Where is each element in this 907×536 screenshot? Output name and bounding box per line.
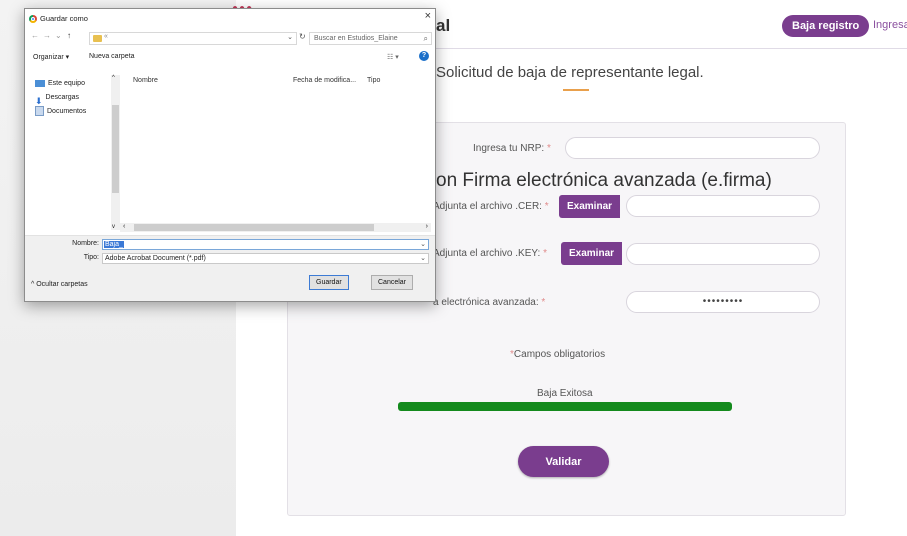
progress-bar (398, 402, 732, 411)
key-label: Adjunta el archivo .KEY: * (433, 248, 547, 259)
ingresa-link[interactable]: Ingresa (873, 19, 907, 31)
search-input[interactable]: Buscar en Estudios_Elaine ⌕ (309, 32, 432, 45)
cer-examinar-button[interactable]: Examinar (559, 195, 621, 218)
filetype-select[interactable]: Adobe Acrobat Document (*.pdf) ⌄ (102, 253, 429, 264)
nrp-label: Ingresa tu NRP: * (473, 143, 551, 154)
cer-label: Adjunta el archivo .CER: * (433, 201, 549, 212)
dialog-form-area: Nombre: Baja_ ⌄ Tipo: Adobe Acrobat Docu… (25, 235, 435, 270)
file-list-header: Nombre Fecha de modifica... Tipo (133, 77, 433, 89)
horizontal-scrollbar[interactable]: ‹ › (120, 223, 431, 232)
back-arrow-icon[interactable]: ← (31, 31, 39, 40)
key-examinar-button[interactable]: Examinar (561, 242, 623, 265)
filename-dropdown-icon[interactable]: ⌄ (420, 240, 426, 249)
key-file-input[interactable] (626, 243, 820, 265)
close-icon[interactable]: × (425, 10, 431, 22)
dialog-toolbar: Organizar ▾ Nueva carpeta ☷ ▾ ? (29, 51, 431, 65)
subtitle-underline (563, 89, 589, 91)
new-folder-button[interactable]: Nueva carpeta (89, 53, 135, 60)
page-subtitle: Solicitud de baja de representante legal… (436, 64, 704, 81)
refresh-icon[interactable]: ↻ (299, 32, 306, 41)
computer-icon (35, 79, 45, 87)
dialog-title-bar: Guardar como (29, 12, 88, 26)
progress-label: Baja Exitosa (537, 388, 593, 399)
hide-folders-toggle[interactable]: ^ Ocultar carpetas (31, 281, 88, 288)
folder-icon (93, 35, 102, 42)
help-icon[interactable]: ? (419, 51, 429, 61)
up-arrow-icon[interactable]: ↑ (67, 31, 71, 40)
chrome-icon (29, 15, 37, 24)
dialog-nav-row: ← → ⌄ ↑ « ⌄ ↻ Buscar en Estudios_Elaine … (29, 31, 432, 47)
nrp-input[interactable] (565, 137, 820, 159)
efirma-heading: on Firma electrónica avanzada (e.firma) (436, 170, 772, 191)
scrollbar-thumb[interactable] (112, 105, 119, 193)
forward-arrow-icon[interactable]: → (43, 31, 51, 40)
password-label: a electrónica avanzada: * (433, 297, 546, 308)
dialog-footer: ^ Ocultar carpetas Guardar Cancelar (25, 269, 435, 301)
sidebar-scrollbar[interactable]: ^ v (111, 75, 120, 230)
hscroll-thumb[interactable] (134, 224, 374, 231)
validar-button[interactable]: Validar (518, 446, 609, 477)
sidebar-item-este-equipo[interactable]: Este equipo (35, 77, 115, 91)
required-fields-note: *Campos obligatorios (510, 349, 606, 360)
recent-dropdown-icon[interactable]: ⌄ (55, 31, 62, 40)
save-button[interactable]: Guardar (309, 275, 349, 290)
sidebar-item-descargas[interactable]: ⬇ Descargas (35, 91, 115, 106)
cancel-button[interactable]: Cancelar (371, 275, 414, 290)
view-options-icon[interactable]: ☷ ▾ (387, 53, 399, 61)
filetype-dropdown-icon[interactable]: ⌄ (420, 254, 426, 263)
baja-registro-button[interactable]: Baja registro (782, 15, 870, 37)
dialog-sidebar: Este equipo ⬇ Descargas Documentos (35, 77, 115, 119)
organize-menu[interactable]: Organizar ▾ (33, 53, 69, 61)
document-icon (35, 106, 44, 117)
column-fecha[interactable]: Fecha de modifica... (293, 77, 356, 84)
filename-input[interactable]: Baja_ ⌄ (102, 239, 429, 250)
column-tipo[interactable]: Tipo (367, 77, 380, 84)
path-breadcrumb[interactable]: « ⌄ (89, 32, 297, 45)
sidebar-item-documentos[interactable]: Documentos (35, 105, 115, 119)
type-label: Tipo: (83, 254, 99, 261)
name-label: Nombre: (72, 240, 99, 247)
progress-bar-fill (398, 402, 732, 411)
save-as-dialog: Guardar como × ← → ⌄ ↑ « ⌄ ↻ Buscar en E… (24, 8, 436, 302)
column-nombre[interactable]: Nombre (133, 77, 158, 84)
page-header-title: al (436, 16, 451, 35)
password-input[interactable]: ••••••••• (626, 291, 820, 313)
search-icon: ⌕ (423, 34, 428, 43)
path-dropdown-icon[interactable]: ⌄ (287, 33, 293, 41)
download-icon: ⬇ (35, 95, 43, 106)
cer-file-input[interactable] (626, 195, 820, 217)
